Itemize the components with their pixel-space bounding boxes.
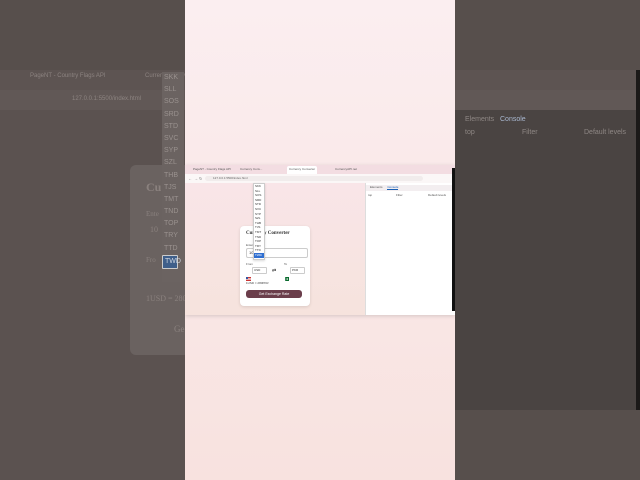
from-label: From bbox=[246, 262, 253, 266]
get-exchange-rate-button[interactable]: Get Exchange Rate bbox=[246, 290, 302, 298]
bg-devtools-elements: Elements bbox=[465, 116, 495, 123]
bg-url: 127.0.0.1:5500/index.html bbox=[72, 96, 142, 102]
bg-option-syp[interactable]: SYP bbox=[162, 145, 184, 157]
reload-icon[interactable]: ↻ bbox=[199, 176, 202, 181]
tab-flags-api[interactable]: PageNT - Country Flags API bbox=[193, 167, 231, 171]
tab-bar: PageNT - Country Flags API Currency Conv… bbox=[185, 165, 455, 174]
video-frame: PageNT - Country Flags API Currency Conv… bbox=[185, 0, 455, 480]
bg-currency-list: SKK SLL SOS SRD STD SVC SYP SZL THB TJS TMT TND TOP T… bbox=[162, 72, 184, 282]
devtools-tabs: Elements Console bbox=[366, 185, 455, 191]
bg-option-svc[interactable]: SVC bbox=[162, 133, 184, 145]
bg-option-tjs[interactable]: TJS bbox=[162, 182, 184, 194]
bg-amount-label: Ente bbox=[146, 210, 159, 218]
bg-option-tmt[interactable]: TMT bbox=[162, 194, 184, 206]
bg-from-label: Fro bbox=[146, 256, 156, 264]
from-currency-select[interactable]: USD bbox=[252, 267, 267, 274]
bg-option-ttd[interactable]: TTD bbox=[162, 243, 184, 255]
bg-title: Cu bbox=[146, 180, 162, 194]
bg-devtools-filter: Filter bbox=[522, 129, 538, 136]
to-currency-select[interactable]: PKR bbox=[290, 267, 305, 274]
pk-flag-icon bbox=[284, 268, 289, 281]
browser-window: PageNT - Country Flags API Currency Conv… bbox=[185, 165, 455, 315]
bg-option-skk[interactable]: SKK bbox=[162, 72, 184, 84]
bg-option-sll[interactable]: SLL bbox=[162, 84, 184, 96]
bg-option-try[interactable]: TRY bbox=[162, 230, 184, 242]
bg-option-std[interactable]: STD bbox=[162, 121, 184, 133]
tab-currencyapi[interactable]: CurrencyAPI.net bbox=[335, 167, 357, 171]
bg-option-srd[interactable]: SRD bbox=[162, 109, 184, 121]
bg-button: Ge bbox=[174, 324, 185, 334]
url-field[interactable]: 127.0.0.1:5500/index.html bbox=[205, 176, 423, 181]
bg-option-szl[interactable]: SZL bbox=[162, 157, 184, 169]
bg-tab-1: PageNT - Country Flags API bbox=[30, 73, 106, 79]
tab-currency-converter[interactable]: Currency Converter bbox=[287, 166, 318, 174]
devtools-levels[interactable]: Default levels bbox=[428, 193, 446, 197]
option-twd[interactable]: TWD bbox=[254, 252, 264, 258]
bg-devtools bbox=[455, 110, 640, 410]
bg-option-tnd[interactable]: TND bbox=[162, 206, 184, 218]
devtools-tab-console[interactable]: Console bbox=[387, 185, 399, 190]
bg-devtools-levels: Default levels bbox=[584, 129, 627, 136]
bg-rate: 1USD = 280 bbox=[146, 294, 187, 303]
bg-devtools-top: top bbox=[465, 129, 475, 136]
devtools-panel: Elements Console top Filter Default leve… bbox=[365, 183, 455, 315]
currency-dropdown[interactable]: SKK SLL SOS SRD STD SVC SYP SZL THB TJS TMT TND TOP T… bbox=[253, 183, 265, 260]
bg-option-twd[interactable]: TWD bbox=[162, 254, 181, 269]
swap-icon[interactable]: ⇄ bbox=[272, 268, 276, 274]
page-content: Currency Converter Enter Amount 100 From… bbox=[185, 183, 365, 315]
bg-devtools-console: Console bbox=[500, 116, 526, 123]
screen-edge bbox=[452, 168, 455, 311]
devtools-filter[interactable]: Filter bbox=[396, 193, 403, 197]
bg-amount-value: 10 bbox=[150, 225, 158, 234]
tab-currency-conv[interactable]: Currency Conv... bbox=[240, 167, 262, 171]
to-label: To bbox=[284, 262, 288, 266]
bg-option-top[interactable]: TOP bbox=[162, 218, 184, 230]
us-flag-icon bbox=[246, 268, 251, 281]
exchange-rate-text: 1USD = 280PKR bbox=[246, 281, 269, 285]
bg-option-sos[interactable]: SOS bbox=[162, 96, 184, 108]
forward-icon[interactable]: → bbox=[194, 176, 198, 181]
devtools-context[interactable]: top bbox=[368, 193, 372, 197]
back-icon[interactable]: ← bbox=[188, 176, 192, 181]
bg-option-thb[interactable]: THB bbox=[162, 170, 184, 182]
converter-card: Currency Converter Enter Amount 100 From… bbox=[240, 226, 310, 306]
bg-edge bbox=[636, 70, 640, 410]
devtools-tab-elements[interactable]: Elements bbox=[370, 185, 383, 189]
